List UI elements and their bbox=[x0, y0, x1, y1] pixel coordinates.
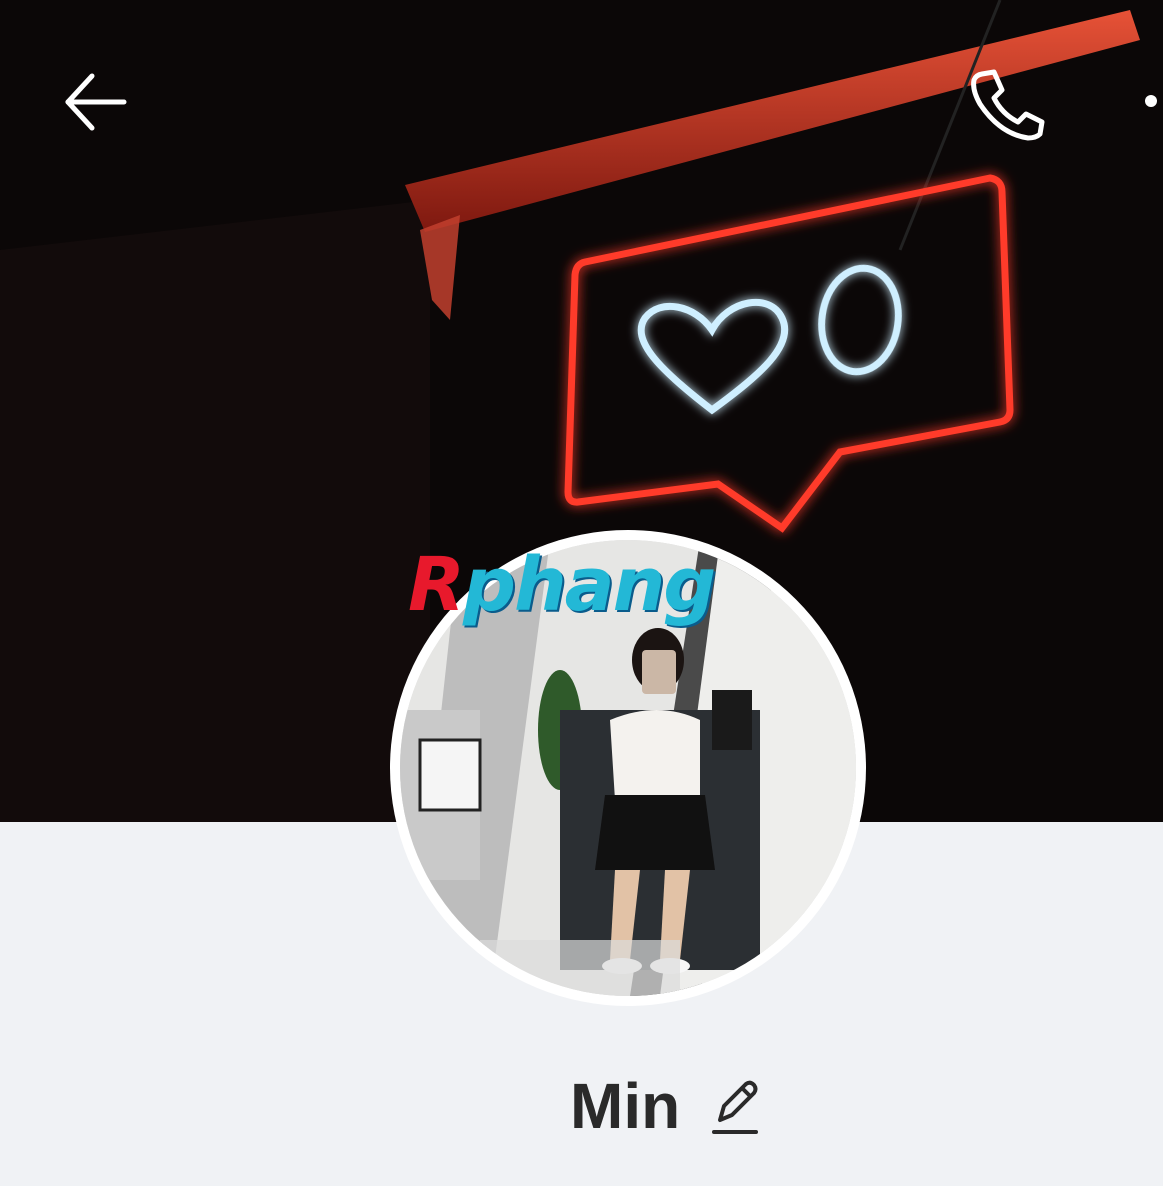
profile-name-row: Min bbox=[570, 1066, 760, 1146]
more-dots-icon bbox=[1145, 95, 1157, 107]
watermark-logo: Rphang bbox=[408, 548, 716, 622]
back-button[interactable] bbox=[56, 62, 136, 142]
more-options-button[interactable] bbox=[1138, 86, 1163, 116]
pencil-icon bbox=[712, 1080, 759, 1134]
watermark-part-1: R bbox=[408, 542, 465, 628]
arrow-left-icon bbox=[65, 73, 127, 131]
phone-icon bbox=[971, 69, 1045, 141]
edit-name-button[interactable] bbox=[710, 1076, 760, 1136]
watermark-part-2: phang bbox=[462, 542, 716, 628]
call-button[interactable] bbox=[960, 62, 1050, 142]
profile-name: Min bbox=[570, 1070, 681, 1142]
